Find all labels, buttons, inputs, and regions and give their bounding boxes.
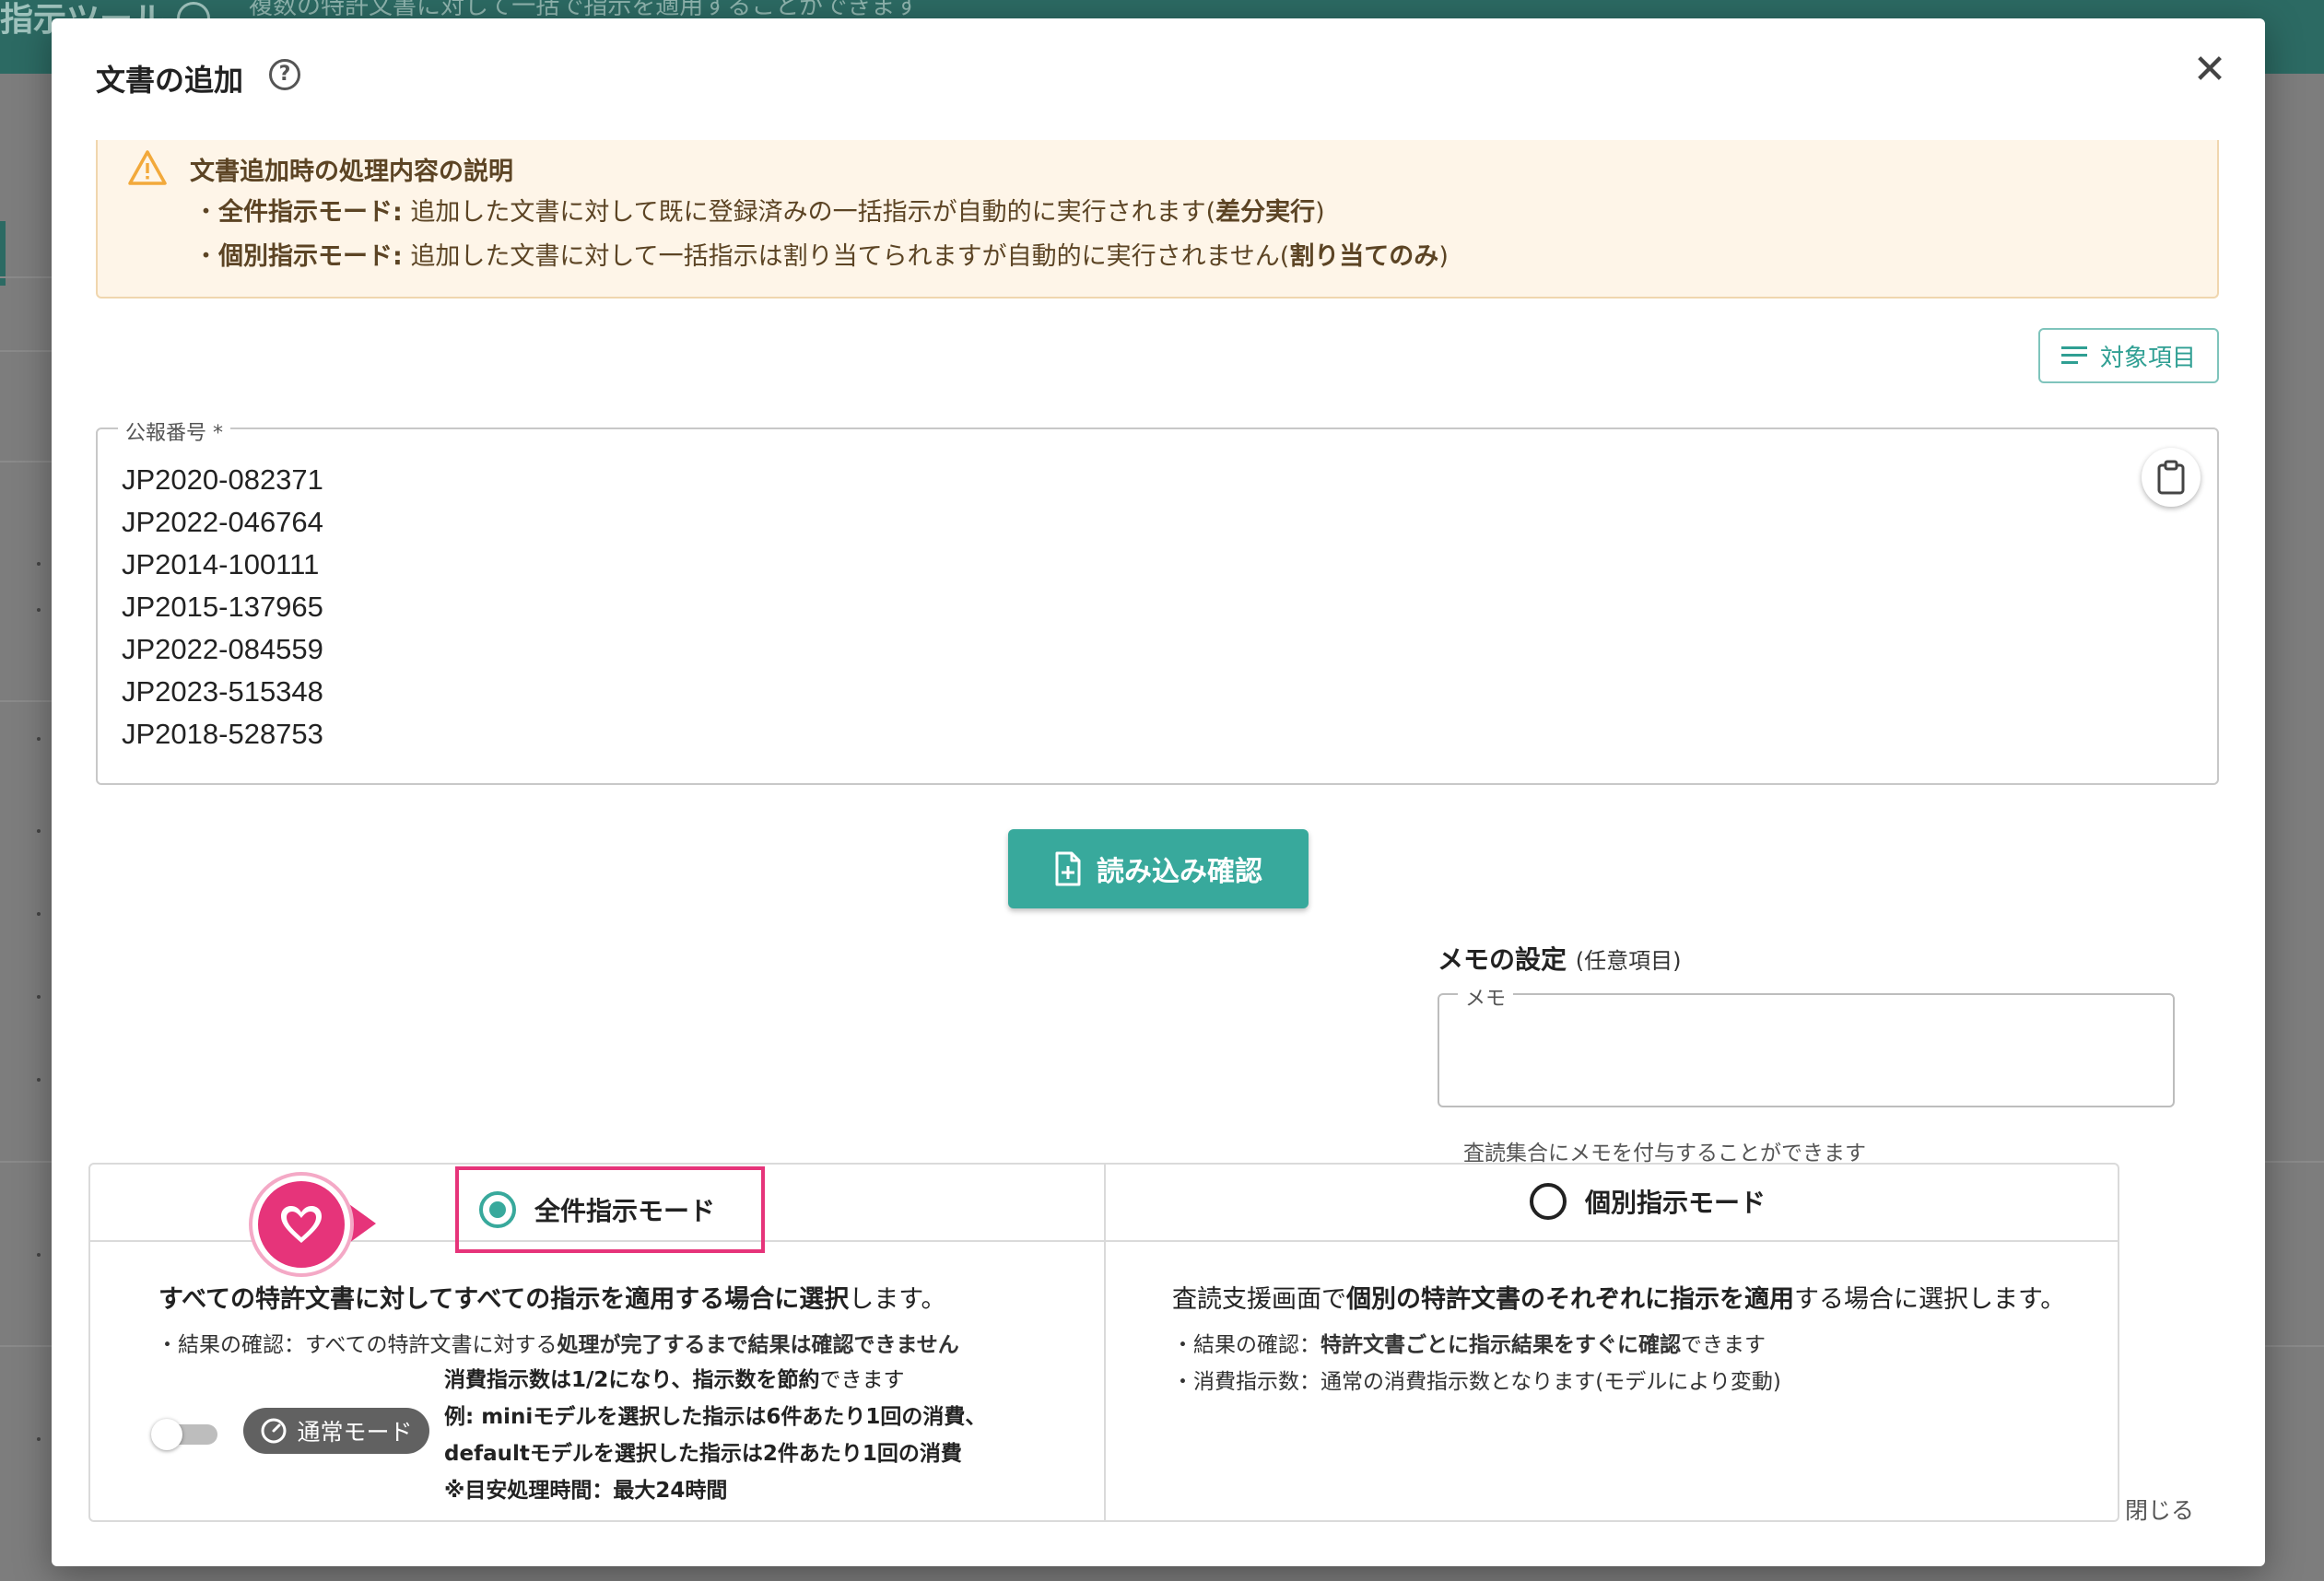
load-confirm-button[interactable]: 読み込み確認 [1008, 829, 1309, 908]
dialog-title: 文書の追加 [96, 63, 244, 98]
list-icon [2060, 346, 2087, 365]
publication-number: JP2015-137965 [122, 591, 323, 623]
target-items-label: 対象項目 [2099, 344, 2196, 372]
divider [1104, 1165, 1106, 1522]
warning-icon [127, 149, 168, 190]
publication-number-list: JP2020-082371 JP2022-046764 JP2014-10011… [122, 459, 323, 755]
close-button[interactable]: 閉じる [2125, 1493, 2194, 1526]
divider [0, 276, 55, 278]
individual-mode-consumption-note: ・消費指示数：通常の消費指示数となります(モデルにより変動) [1172, 1370, 1781, 1394]
bullet [37, 995, 41, 999]
divider [0, 700, 55, 702]
normal-mode-chip: 通常モード [243, 1408, 429, 1454]
mode-info-line: 消費指示数は1/2になり、指示数を節約できます [444, 1368, 905, 1392]
bullet [37, 829, 41, 833]
load-confirm-label: 読み込み確認 [1097, 856, 1262, 888]
bullet [37, 608, 41, 612]
publication-number: JP2022-084559 [122, 633, 323, 665]
mode-info-line: defaultモデルを選択した指示は2件あたり1回の消費 [444, 1442, 962, 1466]
mode-info-line: ※目安処理時間：最大24時間 [444, 1479, 728, 1503]
bullet [37, 1437, 41, 1441]
divider [0, 350, 55, 352]
radio-selected-icon [479, 1191, 516, 1228]
heart-icon [252, 1176, 350, 1273]
bullet [37, 912, 41, 916]
divider [0, 1345, 55, 1347]
divider [2259, 1345, 2324, 1347]
notice-box: 文書追加時の処理内容の説明 ・全件指示モード: 追加した文書に対して既に登録済み… [96, 140, 2219, 299]
notice-line-all: ・全件指示モード: 追加した文書に対して既に登録済みの一括指示が自動的に実行され… [194, 198, 1325, 227]
memo-section-title: メモの設定 (任意項目) [1438, 944, 1682, 975]
bullet [37, 562, 41, 566]
bullet [37, 1253, 41, 1257]
individual-mode-result-note: ・結果の確認：特許文書ごとに指示結果をすぐに確認できます [1172, 1333, 1766, 1357]
memo-optional-note: (任意項目) [1575, 948, 1682, 974]
speedometer-icon [261, 1418, 287, 1444]
publication-number-label: 公報番号 * [118, 416, 230, 446]
publication-number: JP2023-515348 [122, 675, 323, 708]
publication-number: JP2014-100111 [122, 548, 320, 580]
bullet [37, 737, 41, 741]
close-icon[interactable]: ✕ [2191, 50, 2228, 90]
publication-number: JP2022-046764 [122, 506, 323, 538]
help-icon[interactable]: ? [269, 59, 300, 90]
publication-number: JP2018-528753 [122, 718, 323, 750]
divider [90, 1240, 2118, 1242]
radio-unselected-icon [1530, 1183, 1567, 1220]
add-file-icon [1055, 851, 1081, 886]
memo-input[interactable]: メモ [1438, 982, 2175, 1107]
notice-title: 文書追加時の処理内容の説明 [190, 158, 513, 186]
publication-number: JP2020-082371 [122, 463, 323, 496]
paste-clipboard-button[interactable] [2142, 448, 2201, 507]
mode-info-line: 例: miniモデルを選択した指示は6件あたり1回の消費、 [444, 1405, 987, 1429]
all-mode-result-note: ・結果の確認：すべての特許文書に対する処理が完了するまで結果は確認できません [157, 1333, 959, 1357]
individual-instruction-mode-radio[interactable]: 個別指示モード [1530, 1183, 1766, 1220]
all-mode-description: すべての特許文書に対してすべての指示を適用する場合に選択します。 [158, 1285, 946, 1314]
publication-number-field[interactable]: 公報番号 * JP2020-082371 JP2022-046764 JP201… [96, 416, 2219, 785]
target-items-button[interactable]: 対象項目 [2038, 328, 2219, 383]
divider [2259, 1161, 2324, 1163]
memo-helper-text: 査読集合にメモを付与することができます [1463, 1142, 1866, 1165]
efficiency-mode-toggle[interactable] [151, 1419, 221, 1450]
bullet [37, 1078, 41, 1082]
divider [0, 461, 55, 463]
notice-line-individual: ・個別指示モード: 追加した文書に対して一括指示は割り当てられますが自動的に実行… [194, 242, 1449, 271]
all-mode-label: 全件指示モード [534, 1196, 716, 1226]
memo-label: メモ [1458, 982, 1514, 1012]
all-instruction-mode-radio[interactable]: 全件指示モード [455, 1166, 765, 1253]
individual-mode-description: 査読支援画面で個別の特許文書のそれぞれに指示を適用する場合に選択します。 [1172, 1285, 2066, 1314]
clipboard-icon [2157, 460, 2185, 495]
individual-mode-label: 個別指示モード [1585, 1188, 1766, 1218]
divider [0, 1161, 55, 1163]
